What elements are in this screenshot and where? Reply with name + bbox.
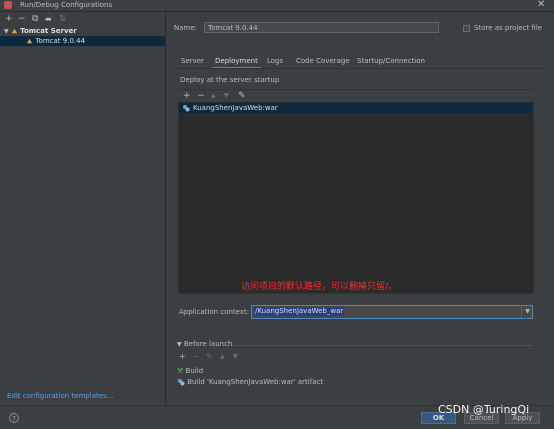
- help-icon[interactable]: ?: [9, 413, 19, 423]
- deployment-list: [178, 89, 534, 294]
- app-icon: [4, 1, 12, 9]
- tab-deployment[interactable]: Deployment: [212, 55, 261, 69]
- annotation-note: 访问项目的默认路径，可以删掉只留/。: [241, 282, 398, 292]
- tab-startup-connection[interactable]: Startup/Connection: [357, 55, 425, 69]
- name-label: Name:: [174, 24, 198, 32]
- move-up-icon[interactable]: ▲: [211, 90, 216, 102]
- remove-icon[interactable]: −: [18, 14, 26, 24]
- configurations-sidebar: + − ⧉ ▬ ⇅ ▼ Tomcat Server Tomcat 9.0.44: [0, 12, 166, 404]
- tabs-divider: [176, 68, 546, 69]
- list-item[interactable]: KuangShenJavaWeb:war: [179, 103, 533, 113]
- chevron-down-icon[interactable]: ▼: [4, 28, 9, 35]
- sort-icon[interactable]: ⇅: [59, 14, 67, 24]
- move-down-icon[interactable]: ▼: [224, 90, 229, 102]
- window-title: Run/Debug Configurations: [20, 1, 113, 9]
- artifact-label: KuangShenJavaWeb:war: [193, 104, 278, 112]
- edit-icon[interactable]: ✎: [238, 90, 246, 102]
- tomcat-icon: [27, 38, 33, 43]
- move-up-icon[interactable]: ▲: [220, 352, 225, 362]
- tab-code-coverage[interactable]: Code Coverage: [296, 55, 350, 69]
- divider: [232, 345, 533, 346]
- store-as-project-label: Store as project file: [474, 24, 543, 32]
- tomcat-icon: [11, 28, 17, 33]
- list-item[interactable]: Build 'KuangShenJavaWeb:war' artifact: [177, 377, 323, 387]
- artifact-icon: [178, 379, 185, 386]
- remove-icon[interactable]: −: [197, 90, 205, 102]
- edit-templates-link[interactable]: Edit configuration templates...: [7, 392, 113, 400]
- store-as-project-checkbox[interactable]: [463, 25, 470, 32]
- edit-icon[interactable]: ✎: [206, 352, 213, 362]
- watermark: CSDN @TuringQi: [438, 403, 530, 416]
- chevron-down-icon[interactable]: ▼: [177, 341, 182, 348]
- application-context-value[interactable]: /KuangShenJavaWeb_war: [254, 307, 345, 316]
- add-icon[interactable]: +: [179, 352, 186, 362]
- copy-icon[interactable]: ⧉: [32, 14, 38, 24]
- chevron-down-icon[interactable]: ▼: [521, 306, 533, 318]
- before-launch-item: Build: [185, 367, 204, 375]
- tab-server[interactable]: Server: [181, 55, 204, 69]
- title-bar: Run/Debug Configurations ✕: [0, 0, 554, 12]
- deployment-toolbar: + − ▲ ▼ ✎: [178, 90, 534, 102]
- add-icon[interactable]: +: [5, 14, 13, 24]
- name-field[interactable]: Tomcat 9.0.44: [204, 22, 439, 33]
- close-icon[interactable]: ✕: [537, 0, 545, 10]
- tree-item-label: Tomcat 9.0.44: [35, 37, 86, 45]
- move-down-icon[interactable]: ▼: [233, 352, 238, 362]
- before-launch-label: Before launch: [183, 340, 233, 348]
- artifact-icon: [183, 105, 190, 112]
- before-launch-item: Build 'KuangShenJavaWeb:war' artifact: [187, 378, 324, 386]
- list-item[interactable]: ⚒ Build: [177, 366, 203, 376]
- tree-item-tomcat[interactable]: Tomcat 9.0.44: [0, 36, 165, 46]
- remove-icon[interactable]: −: [192, 352, 199, 362]
- hammer-icon: ⚒: [177, 367, 184, 375]
- before-launch-heading[interactable]: ▼ Before launch: [177, 340, 232, 348]
- deploy-heading: Deploy at the server startup: [180, 76, 280, 84]
- add-icon[interactable]: +: [183, 90, 191, 102]
- context-label: Application context:: [179, 308, 250, 316]
- tab-logs[interactable]: Logs: [267, 55, 283, 69]
- folder-icon[interactable]: ▬: [45, 14, 52, 24]
- tree-group-tomcat-server[interactable]: ▼ Tomcat Server: [0, 26, 165, 36]
- tree-group-label: Tomcat Server: [20, 27, 77, 35]
